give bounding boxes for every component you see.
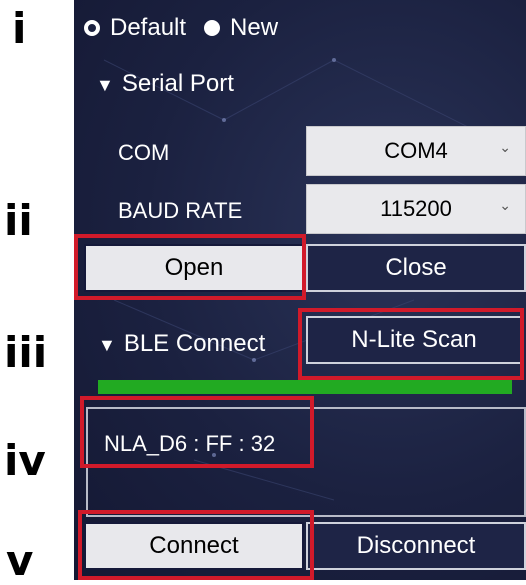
n-lite-scan-button[interactable]: N-Lite Scan <box>306 316 522 364</box>
step-label-iii: iii <box>4 328 48 377</box>
collapse-triangle-icon: ▼ <box>98 335 116 355</box>
disconnect-button-label: Disconnect <box>356 532 476 559</box>
collapse-triangle-icon: ▼ <box>96 75 114 95</box>
step-label-ii: ii <box>4 196 33 245</box>
control-panel: Default New ▼ Serial Port COM COM4 ⌄ BAUD… <box>74 0 526 580</box>
radio-default-label[interactable]: Default <box>110 14 186 42</box>
baud-rate-select-value: 115200 <box>380 196 452 221</box>
disconnect-button[interactable]: Disconnect <box>306 522 526 570</box>
open-button-label: Open <box>164 254 224 281</box>
step-label-iv: iv <box>4 436 46 485</box>
connect-button-label: Connect <box>149 532 239 559</box>
baud-rate-label: BAUD RATE <box>118 198 243 223</box>
connect-button[interactable]: Connect <box>84 522 304 570</box>
com-select[interactable]: COM4 ⌄ <box>306 126 526 176</box>
step-label-i: i <box>12 4 27 53</box>
serial-port-title: Serial Port <box>121 70 234 97</box>
n-lite-scan-button-label: N-Lite Scan <box>351 326 477 353</box>
chevron-down-icon: ⌄ <box>499 197 511 213</box>
close-button[interactable]: Close <box>306 244 526 292</box>
baud-rate-select[interactable]: 115200 ⌄ <box>306 184 526 234</box>
device-list-item[interactable]: NLA_D6 : FF : 32 <box>104 431 275 457</box>
open-button[interactable]: Open <box>84 244 304 292</box>
chevron-down-icon: ⌄ <box>499 139 511 155</box>
ble-connect-title: BLE Connect <box>123 330 266 357</box>
mode-radio-group: Default New <box>84 10 296 46</box>
scan-progress-fill <box>98 380 512 394</box>
close-button-label: Close <box>385 254 447 281</box>
radio-new[interactable] <box>204 20 221 36</box>
scan-progress-bar <box>98 380 512 394</box>
radio-new-label[interactable]: New <box>230 14 278 42</box>
com-label: COM <box>118 140 170 165</box>
serial-port-header[interactable]: ▼ Serial Port <box>96 70 234 98</box>
device-list[interactable]: NLA_D6 : FF : 32 <box>86 407 526 517</box>
com-select-value: COM4 <box>384 138 448 163</box>
ble-connect-header[interactable]: ▼ BLE Connect <box>98 330 265 358</box>
radio-default[interactable] <box>84 20 100 36</box>
step-label-v: v <box>6 536 34 585</box>
